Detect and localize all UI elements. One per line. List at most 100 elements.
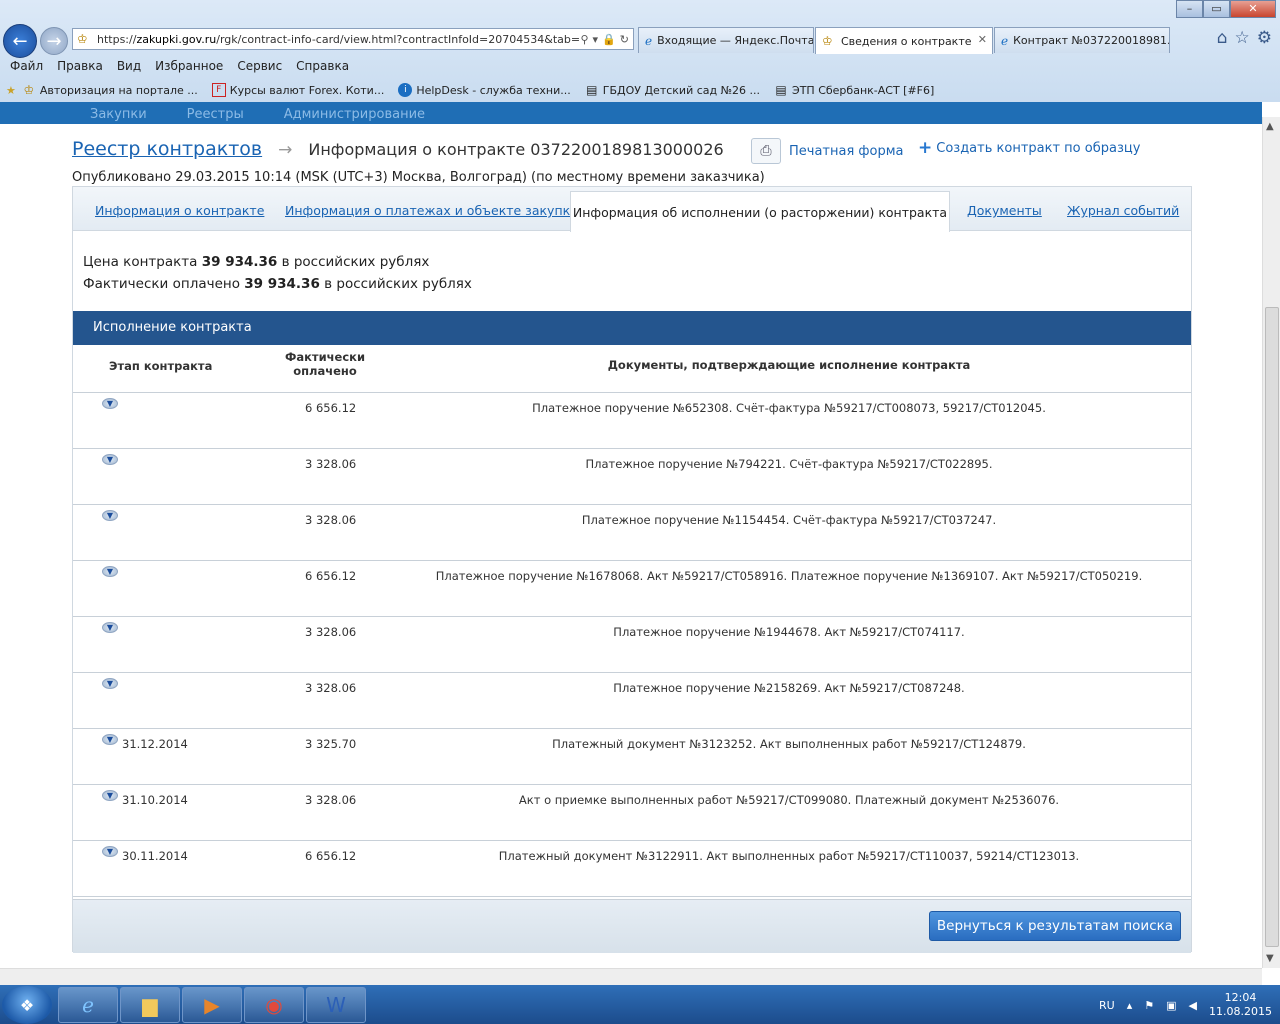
chevron-down-icon[interactable]: ▼ bbox=[102, 734, 118, 745]
paid-amount: 3 325.70 bbox=[305, 737, 357, 751]
chevron-down-icon[interactable]: ▼ bbox=[102, 566, 118, 577]
taskbar-chrome[interactable]: ◉ bbox=[244, 987, 304, 1023]
forward-button[interactable]: → bbox=[40, 27, 68, 55]
emblem-icon: ♔ bbox=[822, 34, 833, 48]
chevron-down-icon[interactable]: ▼ bbox=[102, 454, 118, 465]
volume-icon[interactable]: ◀ bbox=[1189, 999, 1197, 1012]
confirming-documents: Платежный документ №3123252. Акт выполне… bbox=[552, 737, 1026, 751]
tab-event-journal[interactable]: Журнал событий bbox=[1067, 203, 1179, 218]
language-indicator[interactable]: RU bbox=[1099, 999, 1115, 1012]
page-icon: ▤ bbox=[775, 83, 787, 97]
taskbar-explorer[interactable]: ▆ bbox=[120, 987, 180, 1023]
table-row: ▼ 3 328.06 Платежное поручение №1944678. А… bbox=[73, 617, 1191, 673]
clock[interactable]: 12:04 11.08.2015 bbox=[1209, 991, 1272, 1019]
clock-time: 12:04 bbox=[1224, 991, 1257, 1004]
menu-edit[interactable]: Правка bbox=[57, 59, 103, 73]
tab-documents[interactable]: Документы bbox=[967, 203, 1042, 218]
panel-footer: Вернуться к результатам поиска bbox=[73, 899, 1191, 953]
ie-icon: ℯ bbox=[1001, 33, 1009, 48]
show-hidden-icons-icon[interactable]: ▴ bbox=[1127, 999, 1133, 1012]
print-form-label: Печатная форма bbox=[789, 143, 904, 159]
menu-bar: Файл Правка Вид Избранное Сервис Справка bbox=[0, 56, 1280, 76]
favorite-link[interactable]: ▤ ГБДОУ Детский сад №26 ... bbox=[585, 83, 760, 97]
chrome-icon: ◉ bbox=[265, 993, 283, 1017]
chevron-down-icon[interactable]: ▼ bbox=[102, 678, 118, 689]
favorites-star-icon[interactable]: ☆ bbox=[1235, 28, 1250, 48]
minimize-button[interactable]: – bbox=[1176, 0, 1203, 18]
confirming-documents: Акт о приемке выполненных работ №59217/С… bbox=[518, 793, 1060, 807]
taskbar-ie[interactable]: ℯ bbox=[58, 987, 118, 1023]
browser-tab-mail[interactable]: ℯ Входящие — Яндекс.Почта bbox=[638, 27, 814, 53]
browser-tab-contract-info[interactable]: ♔ Сведения о контракте ✕ bbox=[815, 27, 993, 54]
chevron-down-icon[interactable]: ▼ bbox=[102, 622, 118, 633]
price-currency: в российских рублях bbox=[281, 254, 430, 270]
maximize-button[interactable]: ▭ bbox=[1203, 0, 1230, 18]
price-label: Цена контракта bbox=[83, 254, 198, 270]
paid-amount: 3 328.06 bbox=[305, 625, 357, 639]
print-form-button[interactable]: ⎙ Печатная форма bbox=[751, 138, 904, 164]
flag-icon[interactable]: ⚑ bbox=[1144, 999, 1154, 1012]
vertical-scrollbar[interactable]: ▲ ▼ bbox=[1262, 117, 1280, 968]
return-to-search-button[interactable]: Вернуться к результатам поиска bbox=[929, 911, 1181, 941]
contract-price: Цена контракта 39 934.36 в российских ру… bbox=[83, 251, 472, 273]
price-value: 39 934.36 bbox=[201, 254, 278, 270]
favorite-link[interactable]: ♔ Авторизация на портале ... bbox=[22, 83, 197, 97]
actual-paid: Фактически оплачено 39 934.36 в российск… bbox=[83, 273, 472, 295]
menu-tools[interactable]: Сервис bbox=[237, 59, 282, 73]
breadcrumb-registry-link[interactable]: Реестр контрактов bbox=[72, 138, 262, 160]
home-icon[interactable]: ⌂ bbox=[1217, 28, 1228, 48]
menu-help[interactable]: Справка bbox=[296, 59, 349, 73]
browser-tab-contract[interactable]: ℯ Контракт №037220018981... bbox=[994, 27, 1170, 53]
close-window-button[interactable]: ✕ bbox=[1230, 0, 1276, 18]
favorite-link[interactable]: ▤ ЭТП Сбербанк-АСТ [#F6] bbox=[774, 83, 934, 97]
scroll-up-icon[interactable]: ▲ bbox=[1266, 121, 1274, 132]
paid-value: 39 934.36 bbox=[244, 276, 320, 292]
chevron-down-icon[interactable]: ▼ bbox=[102, 398, 118, 409]
favorite-link[interactable]: i HelpDesk - служба техни... bbox=[398, 83, 571, 97]
nav-administration[interactable]: Администрирование bbox=[284, 108, 425, 121]
execution-rows: ▼ 6 656.12 Платежное поручение №652308. Сч… bbox=[73, 393, 1191, 897]
dropdown-arrow-icon[interactable]: ▾ bbox=[593, 33, 599, 46]
close-tab-icon[interactable]: ✕ bbox=[978, 33, 987, 46]
table-row: ▼ 3 328.06 Платежное поручение №2158269. А… bbox=[73, 673, 1191, 729]
back-button[interactable]: ← bbox=[3, 24, 37, 58]
create-contract-button[interactable]: + Создать контракт по образцу bbox=[918, 138, 1140, 158]
network-icon[interactable]: ▣ bbox=[1166, 999, 1176, 1012]
paid-label: Фактически оплачено bbox=[83, 276, 240, 292]
chevron-down-icon[interactable]: ▼ bbox=[102, 846, 118, 857]
settings-gear-icon[interactable]: ⚙ bbox=[1257, 28, 1272, 48]
url-text[interactable]: https://zakupki.gov.ru/rgk/contract-info… bbox=[97, 33, 580, 46]
page-icon: ▤ bbox=[586, 83, 598, 97]
nav-purchases[interactable]: Закупки bbox=[90, 108, 147, 121]
address-bar[interactable]: ♔ https://zakupki.gov.ru/rgk/contract-in… bbox=[72, 28, 634, 50]
search-icon[interactable]: ⚲ bbox=[580, 33, 588, 46]
taskbar-media-player[interactable]: ▶ bbox=[182, 987, 242, 1023]
menu-file[interactable]: Файл bbox=[10, 59, 43, 73]
taskbar-word[interactable]: W bbox=[306, 987, 366, 1023]
favorite-link[interactable]: F Курсы валют Forex. Коти... bbox=[211, 83, 384, 97]
system-tray: RU ▴ ⚑ ▣ ◀ 12:04 11.08.2015 bbox=[1099, 991, 1272, 1019]
media-player-icon: ▶ bbox=[204, 993, 220, 1017]
nav-registries[interactable]: Реестры bbox=[187, 108, 244, 121]
word-icon: W bbox=[326, 993, 346, 1017]
tab-payments[interactable]: Информация о платежах и объекте закупки bbox=[285, 203, 578, 218]
lock-icon[interactable]: 🔒 bbox=[602, 33, 616, 46]
scrollbar-thumb[interactable] bbox=[1265, 307, 1279, 947]
tab-label: Входящие — Яндекс.Почта bbox=[657, 34, 814, 47]
start-button[interactable]: ❖ bbox=[2, 986, 52, 1024]
chevron-down-icon[interactable]: ▼ bbox=[102, 510, 118, 521]
menu-favorites[interactable]: Избранное bbox=[155, 59, 223, 73]
menu-view[interactable]: Вид bbox=[117, 59, 141, 73]
column-paid-line2: оплачено bbox=[293, 364, 357, 378]
horizontal-scrollbar[interactable] bbox=[0, 968, 1262, 985]
refresh-icon[interactable]: ↻ bbox=[620, 33, 629, 46]
scroll-down-icon[interactable]: ▼ bbox=[1266, 953, 1274, 964]
column-stage: Этап контракта bbox=[109, 359, 213, 373]
tab-contract-info[interactable]: Информация о контракте bbox=[95, 203, 264, 218]
return-label: Вернуться к результатам поиска bbox=[936, 918, 1174, 934]
favorites-star-icon[interactable]: ★ bbox=[6, 84, 16, 97]
forward-arrow-icon: → bbox=[46, 30, 62, 52]
window-controls: – ▭ ✕ bbox=[1176, 0, 1276, 18]
chevron-down-icon[interactable]: ▼ bbox=[102, 790, 118, 801]
tab-execution[interactable]: Информация об исполнении (о расторжении)… bbox=[570, 191, 950, 232]
